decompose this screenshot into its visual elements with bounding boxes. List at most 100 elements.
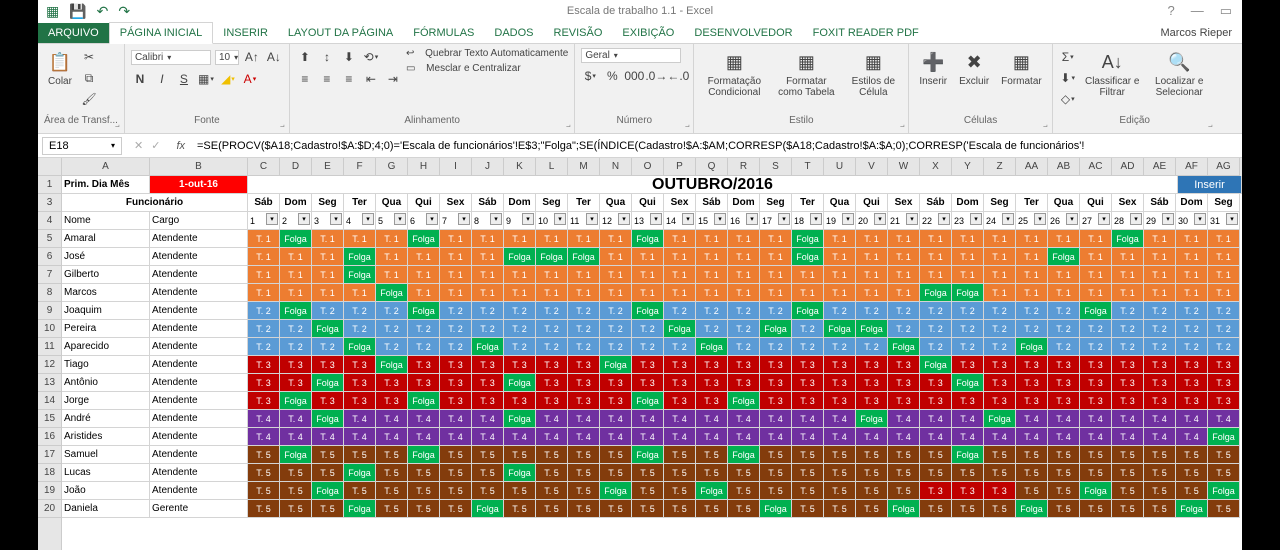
shift-cell[interactable]: Folga [504,464,536,482]
font-color-button[interactable]: A [241,70,259,88]
shift-cell[interactable]: T. 2 [952,302,984,320]
shift-cell[interactable]: T. 2 [376,302,408,320]
cell-styles-button[interactable]: ▦Estilos de Célula [844,48,902,100]
shift-cell[interactable]: T. 3 [1176,392,1208,410]
shift-cell[interactable]: T. 3 [984,374,1016,392]
shift-cell[interactable]: T. 3 [440,374,472,392]
shift-cell[interactable]: T. 5 [696,500,728,518]
cargo-cell[interactable]: Atendente [150,230,248,248]
shift-cell[interactable]: T. 5 [1112,464,1144,482]
shift-cell[interactable]: T. 5 [376,446,408,464]
shift-cell[interactable]: Folga [536,248,568,266]
shift-cell[interactable]: Folga [376,356,408,374]
name-cell[interactable]: André [62,410,150,428]
shift-cell[interactable]: T. 4 [1176,410,1208,428]
indent-inc-icon[interactable]: ⇥ [384,70,402,88]
shift-cell[interactable]: T. 3 [792,356,824,374]
shift-cell[interactable]: Folga [344,464,376,482]
shift-cell[interactable]: T. 1 [312,266,344,284]
shift-cell[interactable]: T. 2 [696,320,728,338]
shift-cell[interactable]: T. 4 [1048,410,1080,428]
shift-cell[interactable]: T. 5 [1048,446,1080,464]
shift-cell[interactable]: T. 1 [696,248,728,266]
cargo-cell[interactable]: Atendente [150,392,248,410]
orientation-icon[interactable]: ⟲ [362,48,380,66]
shift-cell[interactable]: T. 2 [856,302,888,320]
weekday-header[interactable]: Sáb [248,194,280,212]
row-header[interactable]: 11 [38,338,61,356]
shift-cell[interactable]: T. 3 [1016,392,1048,410]
increase-font-icon[interactable]: A↑ [243,48,261,66]
shift-cell[interactable]: T. 1 [1112,266,1144,284]
shift-cell[interactable]: T. 1 [600,230,632,248]
shift-cell[interactable]: T. 1 [760,284,792,302]
shift-cell[interactable]: T. 5 [696,446,728,464]
shift-cell[interactable]: T. 3 [984,356,1016,374]
shift-cell[interactable]: T. 4 [376,410,408,428]
filter-icon[interactable]: ▾ [1002,213,1014,225]
col-header[interactable]: B [150,158,248,176]
row-header[interactable]: 17 [38,446,61,464]
shift-cell[interactable]: T. 4 [952,410,984,428]
shift-cell[interactable]: T. 5 [1176,482,1208,500]
shift-cell[interactable]: T. 5 [632,482,664,500]
shift-cell[interactable]: T. 3 [632,374,664,392]
shift-cell[interactable]: T. 3 [312,392,344,410]
shift-cell[interactable]: Folga [312,482,344,500]
name-cell[interactable]: Marcos [62,284,150,302]
shift-cell[interactable]: T. 3 [984,392,1016,410]
col-header[interactable]: W [888,158,920,176]
shift-cell[interactable]: Folga [696,338,728,356]
col-header[interactable]: T [792,158,824,176]
filter-icon[interactable]: ▾ [970,213,982,225]
grid[interactable]: 134567891011121314151617181920 ABCDEFGHI… [38,158,1242,550]
tab-home[interactable]: PÁGINA INICIAL [109,22,214,44]
filter-icon[interactable]: ▾ [1066,213,1078,225]
shift-cell[interactable]: T. 4 [632,410,664,428]
shift-cell[interactable]: T. 1 [664,230,696,248]
shift-cell[interactable]: T. 2 [1048,320,1080,338]
shift-cell[interactable]: T. 1 [1048,266,1080,284]
shift-cell[interactable]: T. 5 [728,482,760,500]
align-bot-icon[interactable]: ⬇ [340,48,358,66]
weekday-header[interactable]: Qua [1048,194,1080,212]
shift-cell[interactable]: Folga [280,302,312,320]
shift-cell[interactable]: T. 2 [1016,302,1048,320]
shift-cell[interactable]: T. 1 [728,230,760,248]
row-header[interactable]: 14 [38,392,61,410]
shift-cell[interactable]: T. 4 [792,428,824,446]
shift-cell[interactable]: T. 3 [824,356,856,374]
shift-cell[interactable]: T. 3 [344,374,376,392]
shift-cell[interactable]: Folga [1112,230,1144,248]
shift-cell[interactable]: T. 1 [472,284,504,302]
shift-cell[interactable]: T. 2 [1176,302,1208,320]
shift-cell[interactable]: T. 2 [1112,338,1144,356]
shift-cell[interactable]: Folga [280,392,312,410]
fill-color-button[interactable]: ◢ [219,70,237,88]
shift-cell[interactable]: T. 5 [280,500,312,518]
shift-cell[interactable]: T. 4 [536,410,568,428]
shift-cell[interactable]: T. 1 [1112,284,1144,302]
shift-cell[interactable]: T. 4 [1208,410,1240,428]
shift-cell[interactable]: Folga [312,374,344,392]
shift-cell[interactable]: T. 3 [888,356,920,374]
shift-cell[interactable]: T. 5 [376,464,408,482]
shift-cell[interactable]: T. 3 [1016,374,1048,392]
col-header[interactable]: G [376,158,408,176]
weekday-header[interactable]: Sáb [1144,194,1176,212]
col-header[interactable]: J [472,158,504,176]
shift-cell[interactable]: T. 1 [760,248,792,266]
shift-cell[interactable]: T. 1 [888,230,920,248]
shift-cell[interactable]: Folga [1208,482,1240,500]
shift-cell[interactable]: T. 3 [376,374,408,392]
shift-cell[interactable]: T. 5 [248,482,280,500]
name-box[interactable]: E18 [42,137,122,155]
align-center-icon[interactable]: ≡ [318,70,336,88]
shift-cell[interactable]: Folga [1016,500,1048,518]
shift-cell[interactable]: T. 1 [888,284,920,302]
tab-developer[interactable]: DESENVOLVEDOR [684,23,802,43]
fx-icon[interactable]: fx [168,140,193,152]
cargo-cell[interactable]: Atendente [150,410,248,428]
col-header[interactable]: K [504,158,536,176]
filter-icon[interactable]: ▾ [554,213,566,225]
